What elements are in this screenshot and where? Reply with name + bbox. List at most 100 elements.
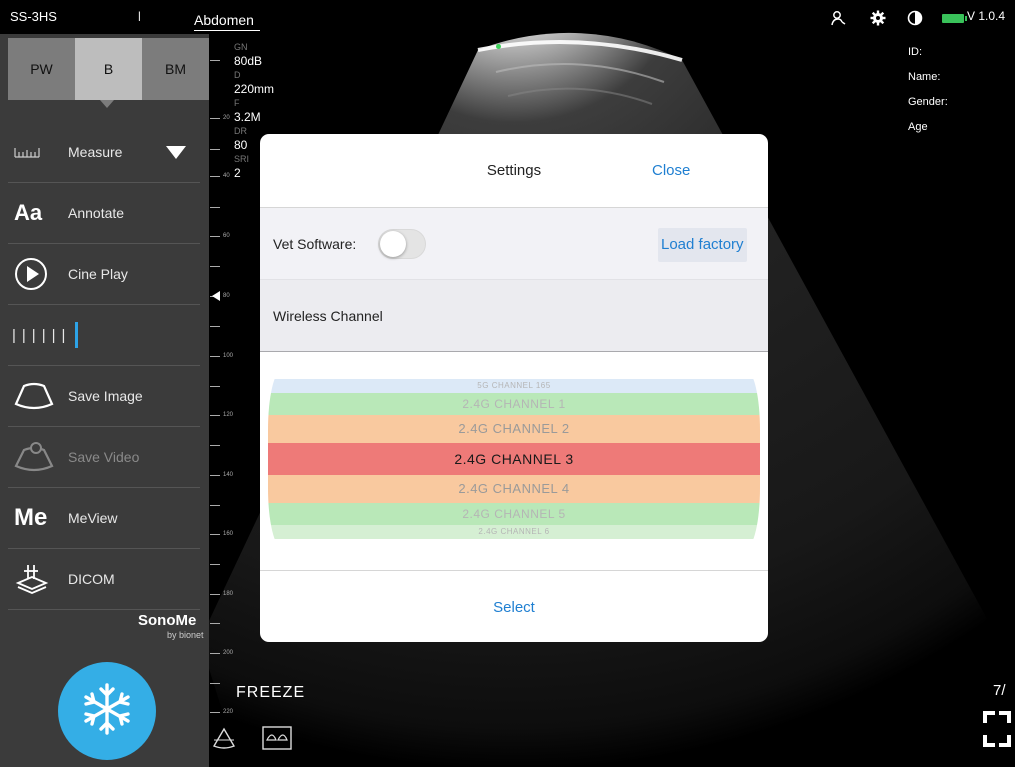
mode-b-button[interactable]: B <box>75 38 142 100</box>
depth-tick <box>210 266 220 267</box>
frequency-value: 3.2M <box>234 110 261 124</box>
probe-video-icon <box>8 442 68 472</box>
picker-item[interactable]: 2.4G CHANNEL 1 <box>268 393 760 415</box>
depth-tick <box>210 149 220 150</box>
cine-slider-handle[interactable] <box>75 322 79 348</box>
cine-play-button[interactable]: Cine Play <box>8 244 200 305</box>
picker-item[interactable]: 2.4G CHANNEL 4 <box>268 475 760 503</box>
sector-icon[interactable] <box>212 726 236 750</box>
dual-view-icon[interactable] <box>262 726 292 750</box>
annotate-icon-text: Aa <box>14 200 43 225</box>
brand-logo: SonoMe <box>138 612 197 629</box>
settings-dialog: Settings Close Vet Software: Load factor… <box>260 134 768 642</box>
vet-software-toggle[interactable] <box>378 229 426 259</box>
depth-tick <box>210 415 220 416</box>
meview-icon: Me <box>8 504 68 532</box>
depth-tick <box>210 176 220 177</box>
annotate-button[interactable]: Aa Annotate <box>8 183 200 244</box>
gear-icon[interactable] <box>869 9 887 27</box>
battery-icon <box>942 14 967 23</box>
depth-tick <box>210 356 220 357</box>
preset-underline <box>194 30 260 31</box>
freeze-status: FREEZE <box>236 684 306 701</box>
snowflake-icon <box>79 681 135 742</box>
depth-label: 220 <box>223 709 234 715</box>
measure-button[interactable]: Measure <box>8 122 200 183</box>
vet-software-label: Vet Software: <box>273 236 357 252</box>
sidebar: PW B BM Measure Aa Annotate Cine Play ||… <box>0 34 209 767</box>
load-factory-button[interactable]: Load factory <box>658 228 747 262</box>
picker-item-selected[interactable]: 2.4G CHANNEL 3 <box>268 443 760 475</box>
meview-button[interactable]: Me MeView <box>8 488 200 549</box>
save-image-label: Save Image <box>68 388 143 404</box>
depth-tick <box>210 712 220 713</box>
sidebar-menu: Measure Aa Annotate Cine Play |||||| Sav… <box>8 122 200 610</box>
ruler-icon <box>8 146 68 158</box>
chevron-down-icon[interactable] <box>166 146 186 159</box>
depth-tick <box>210 653 220 654</box>
depth-tick <box>210 623 220 624</box>
person-icon[interactable] <box>829 9 847 27</box>
frame-counter: 7/ <box>993 682 1006 699</box>
settings-header: Settings Close <box>260 134 768 208</box>
dicom-label: DICOM <box>68 571 115 587</box>
picker-item[interactable]: 2.4G CHANNEL 6 <box>268 525 760 539</box>
probe-name[interactable]: SS-3HS <box>10 9 57 24</box>
close-button[interactable]: Close <box>652 162 690 179</box>
focus-marker[interactable] <box>212 291 220 301</box>
depth-label: D <box>234 70 241 80</box>
depth-label: 140 <box>223 472 234 478</box>
depth-label: 100 <box>223 353 234 359</box>
gain-label: GN <box>234 42 248 52</box>
patient-info: ID: Name: Gender: Age <box>908 40 948 140</box>
depth-tick <box>210 683 220 684</box>
contrast-icon[interactable] <box>906 9 924 27</box>
picker-item[interactable]: 5G CHANNEL 165 <box>268 379 760 393</box>
depth-label: 200 <box>223 650 234 656</box>
depth-tick <box>210 236 220 237</box>
mode-bm-button[interactable]: BM <box>142 38 209 100</box>
dicom-button[interactable]: DICOM <box>8 549 200 610</box>
cine-slider-ticks: |||||| <box>12 326 72 344</box>
wireless-channel-label: Wireless Channel <box>273 308 383 324</box>
save-video-label: Save Video <box>68 449 140 465</box>
depth-tick <box>210 60 220 61</box>
annotate-icon: Aa <box>8 200 68 226</box>
patient-name-label: Name: <box>908 71 941 83</box>
picker-item[interactable]: 2.4G CHANNEL 2 <box>268 415 760 443</box>
save-video-button[interactable]: Save Video <box>8 427 200 488</box>
depth-label: 80 <box>223 293 230 299</box>
wireless-channel-row: Wireless Channel <box>260 280 768 352</box>
fullscreen-icon[interactable] <box>983 711 1011 747</box>
brand-subtitle: by bionet <box>167 630 204 640</box>
depth-tick <box>210 207 220 208</box>
cine-slider[interactable]: |||||| <box>8 305 200 366</box>
mode-pw-button[interactable]: PW <box>8 38 75 100</box>
freeze-button[interactable] <box>58 662 156 760</box>
settings-title: Settings <box>486 162 542 179</box>
probe-image-icon <box>8 382 68 410</box>
depth-tick <box>210 386 220 387</box>
play-icon <box>8 257 68 291</box>
picker-item[interactable]: 2.4G CHANNEL 5 <box>268 503 760 525</box>
depth-tick <box>210 475 220 476</box>
depth-tick <box>210 594 220 595</box>
annotate-label: Annotate <box>68 205 125 221</box>
preset-name[interactable]: Abdomen <box>194 12 254 28</box>
depth-label: 20 <box>223 115 230 121</box>
frequency-label: F <box>234 98 240 108</box>
depth-label: 160 <box>223 531 234 537</box>
measure-label: Measure <box>68 144 123 160</box>
patient-age-label: Age <box>908 121 928 133</box>
depth-tick <box>210 326 220 327</box>
meview-label: MeView <box>68 510 118 526</box>
probe-separator: l <box>138 9 141 24</box>
depth-label: 40 <box>223 173 230 179</box>
save-image-button[interactable]: Save Image <box>8 366 200 427</box>
patient-id-label: ID: <box>908 46 923 58</box>
gain-value: 80dB <box>234 54 263 68</box>
dicom-icon <box>8 563 68 595</box>
select-button[interactable]: Select <box>260 599 768 616</box>
depth-tick <box>210 505 220 506</box>
channel-picker[interactable]: 5G CHANNEL 165 2.4G CHANNEL 1 2.4G CHANNEL… <box>268 370 760 548</box>
